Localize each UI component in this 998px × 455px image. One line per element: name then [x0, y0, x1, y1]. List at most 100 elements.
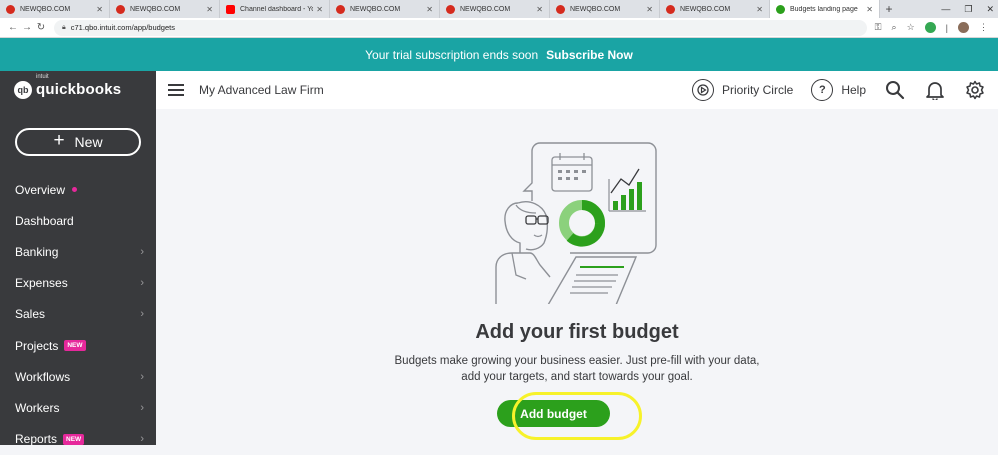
- new-button-label: New: [74, 134, 103, 150]
- reload-icon[interactable]: ↻: [34, 22, 48, 33]
- tab-label: Budgets landing page: [790, 5, 858, 13]
- trial-banner: Your trial subscription ends soon Subscr…: [0, 38, 998, 71]
- subscribe-now-link[interactable]: Subscribe Now: [546, 48, 633, 62]
- new-tab-button[interactable]: +: [880, 0, 898, 18]
- browser-tab[interactable]: NEWQBO.COM ✕: [110, 0, 220, 18]
- close-icon[interactable]: ✕: [536, 5, 543, 14]
- url-text: c71.qbo.intuit.com/app/budgets: [70, 23, 175, 32]
- quickbooks-green-favicon-icon: [776, 4, 785, 14]
- sidebar-item-overview[interactable]: Overview: [0, 174, 156, 205]
- close-icon[interactable]: ✕: [646, 5, 653, 14]
- close-icon[interactable]: ✕: [316, 5, 323, 14]
- avatar[interactable]: [958, 22, 969, 33]
- key-icon[interactable]: ⚿: [875, 22, 882, 33]
- quickbooks-favicon-icon: [116, 4, 125, 14]
- new-badge: NEW: [64, 340, 86, 352]
- sidebar-item-label: Projects: [15, 338, 59, 353]
- back-arrow-icon[interactable]: ←: [6, 22, 20, 33]
- plus-icon: +: [53, 130, 65, 151]
- chevron-right-icon: ›: [140, 245, 144, 258]
- minimize-icon[interactable]: —: [941, 4, 950, 14]
- browser-tab[interactable]: NEWQBO.COM ✕: [330, 0, 440, 18]
- more-menu-icon[interactable]: ⋮: [979, 22, 988, 33]
- sidebar-item-label: Expenses: [15, 276, 68, 291]
- browser-tab[interactable]: Channel dashboard - YouTu✕: [220, 0, 330, 18]
- star-icon[interactable]: ☆: [907, 22, 915, 33]
- quickbooks-favicon-icon: [556, 4, 565, 14]
- youtube-favicon-icon: [226, 4, 235, 14]
- quickbooks-logo[interactable]: qb intuit quickbooks: [0, 71, 156, 109]
- help-icon: ?: [811, 79, 834, 101]
- bell-icon[interactable]: [924, 79, 946, 101]
- sidebar-item-sales[interactable]: Sales ›: [0, 299, 156, 330]
- extension-icon[interactable]: [924, 22, 936, 33]
- browser-toolbar-icons: ⚿ ⌕ ☆ | ⋮: [875, 22, 992, 33]
- address-bar-row: ← → ↻ 🔒︎ c71.qbo.intuit.com/app/budgets …: [0, 18, 998, 38]
- window-controls: — ❐ ✕: [941, 0, 994, 18]
- intuit-label: intuit: [36, 74, 49, 80]
- nav-list: Overview Dashboard Banking › Expenses › Sa…: [0, 174, 156, 455]
- quickbooks-favicon-icon: [666, 4, 675, 14]
- search-icon[interactable]: [884, 79, 906, 101]
- close-icon[interactable]: ✕: [206, 5, 213, 14]
- chevron-right-icon: ›: [140, 370, 144, 383]
- maximize-icon[interactable]: ❐: [964, 4, 972, 15]
- sidebar-item-label: Workflows: [15, 369, 71, 384]
- sidebar-item-label: Sales: [15, 307, 46, 322]
- close-icon[interactable]: ✕: [866, 5, 873, 14]
- close-window-icon[interactable]: ✕: [986, 4, 994, 15]
- chevron-right-icon: ›: [140, 308, 144, 321]
- sidebar-item-dashboard[interactable]: Dashboard: [0, 205, 156, 236]
- menu-icon[interactable]: [168, 84, 184, 96]
- browser-tab-strip: NEWQBO.COM ✕ NEWQBO.COM ✕ Channel dashboar…: [0, 0, 998, 18]
- quickbooks-favicon-icon: [336, 4, 345, 14]
- app-header: My Advanced Law Firm Priority Circle ? H…: [156, 71, 998, 109]
- left-nav: qb intuit quickbooks + New Overview Dash…: [0, 71, 156, 446]
- sidebar-item-banking[interactable]: Banking ›: [0, 236, 156, 267]
- chevron-right-icon: ›: [140, 433, 144, 446]
- tab-label: NEWQBO.COM: [680, 5, 731, 13]
- page-description: Budgets make growing your business easie…: [156, 353, 998, 385]
- browser-tab[interactable]: NEWQBO.COM ✕: [440, 0, 550, 18]
- help-button[interactable]: ? Help: [811, 79, 866, 101]
- browser-tab[interactable]: NEWQBO.COM ✕: [660, 0, 770, 18]
- forward-arrow-icon[interactable]: →: [20, 22, 34, 33]
- close-icon[interactable]: ✕: [756, 5, 763, 14]
- quickbooks-label: quickbooks: [36, 81, 122, 98]
- close-icon[interactable]: ✕: [96, 5, 103, 14]
- sidebar-item-workflows[interactable]: Workflows ›: [0, 361, 156, 392]
- description-line: add your targets, and start towards your…: [461, 371, 693, 383]
- close-icon[interactable]: ✕: [426, 5, 433, 14]
- browser-tab-active[interactable]: Budgets landing page ✕: [770, 0, 880, 18]
- chevron-right-icon: ›: [140, 401, 144, 414]
- tab-label: NEWQBO.COM: [20, 5, 71, 13]
- budget-illustration: [495, 142, 657, 304]
- company-name: My Advanced Law Firm: [199, 83, 324, 97]
- lock-icon: 🔒︎: [62, 23, 66, 31]
- separator: |: [945, 22, 948, 33]
- tab-label: NEWQBO.COM: [350, 5, 401, 13]
- zoom-icon[interactable]: ⌕: [892, 22, 897, 33]
- browser-tab[interactable]: NEWQBO.COM ✕: [0, 0, 110, 18]
- browser-tab[interactable]: NEWQBO.COM ✕: [550, 0, 660, 18]
- sidebar-item-expenses[interactable]: Expenses ›: [0, 268, 156, 299]
- priority-circle-button[interactable]: Priority Circle: [691, 79, 793, 101]
- tab-label: Channel dashboard - YouTu: [240, 5, 314, 13]
- url-input[interactable]: 🔒︎ c71.qbo.intuit.com/app/budgets: [54, 19, 867, 36]
- help-label: Help: [841, 83, 866, 97]
- priority-circle-icon: [691, 79, 714, 101]
- gear-icon[interactable]: [964, 79, 986, 101]
- sidebar-item-projects[interactable]: Projects NEW: [0, 330, 156, 361]
- sidebar-item-label: Reports: [15, 432, 58, 447]
- sidebar-item-reports[interactable]: Reports NEW ›: [0, 424, 156, 455]
- page-title: Add your first budget: [475, 321, 679, 343]
- quickbooks-logo-icon: qb: [14, 81, 32, 99]
- new-button[interactable]: + New: [15, 128, 141, 156]
- notification-dot: [72, 187, 78, 193]
- sidebar-item-workers[interactable]: Workers ›: [0, 392, 156, 423]
- chevron-right-icon: ›: [140, 277, 144, 290]
- sidebar-item-label: Banking: [15, 244, 59, 259]
- add-budget-button[interactable]: Add budget: [497, 400, 610, 427]
- tab-label: NEWQBO.COM: [130, 5, 181, 13]
- logo-wordmark: intuit quickbooks: [36, 74, 122, 99]
